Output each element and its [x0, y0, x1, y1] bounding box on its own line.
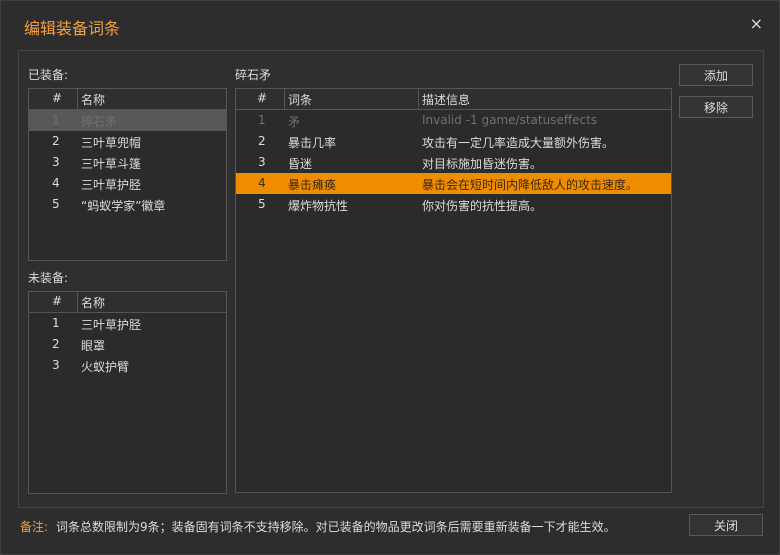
- unequipped-label: 未装备:: [28, 271, 69, 285]
- remove-button[interactable]: 移除: [679, 96, 753, 118]
- table-row[interactable]: 5 “蚂蚁学家”徽章: [29, 194, 226, 215]
- column-number[interactable]: #: [52, 294, 62, 308]
- table-row[interactable]: 3 三叶草斗篷: [29, 152, 226, 173]
- column-name[interactable]: 名称: [81, 294, 105, 311]
- unequipped-table[interactable]: # 名称 1 三叶草护胫 2 眼罩 3 火蚁护臂: [28, 291, 227, 494]
- table-row[interactable]: 3 火蚁护臂: [29, 355, 226, 376]
- add-button[interactable]: 添加: [679, 64, 753, 86]
- close-icon[interactable]: ×: [750, 15, 763, 33]
- affix-table-header: # 词条 描述信息: [236, 89, 671, 110]
- column-affix[interactable]: 词条: [288, 91, 312, 108]
- edit-affix-dialog: 编辑装备词条 × 已装备: # 名称 1 碎石矛 2 三叶草兜帽 3 三叶草斗篷…: [0, 0, 780, 555]
- unequipped-table-header: # 名称: [29, 292, 226, 313]
- table-row[interactable]: 3 昏迷 对目标施加昏迷伤害。: [236, 152, 671, 173]
- table-row[interactable]: 2 眼罩: [29, 334, 226, 355]
- selected-item-label: 碎石矛: [235, 68, 272, 82]
- close-button[interactable]: 关闭: [689, 514, 763, 536]
- table-row[interactable]: 1 三叶草护胫: [29, 313, 226, 334]
- dialog-title: 编辑装备词条: [24, 19, 121, 38]
- column-number[interactable]: #: [257, 91, 267, 105]
- table-row[interactable]: 4 三叶草护胫: [29, 173, 226, 194]
- column-description[interactable]: 描述信息: [422, 91, 470, 108]
- table-row[interactable]: 1 碎石矛: [29, 110, 226, 131]
- note-label: 备注:: [20, 520, 49, 534]
- affix-table[interactable]: # 词条 描述信息 1 矛 Invalid -1 game/statuseffe…: [235, 88, 672, 493]
- column-number[interactable]: #: [52, 91, 62, 105]
- equipped-table[interactable]: # 名称 1 碎石矛 2 三叶草兜帽 3 三叶草斗篷 4 三叶草护胫 5 “蚂蚁…: [28, 88, 227, 261]
- note-text: 词条总数限制为9条；装备固有词条不支持移除。对已装备的物品更改词条后需要重新装备…: [56, 520, 616, 534]
- equipped-label: 已装备:: [28, 68, 69, 82]
- column-name[interactable]: 名称: [81, 91, 105, 108]
- table-row[interactable]: 5 爆炸物抗性 你对伤害的抗性提高。: [236, 194, 671, 215]
- table-row[interactable]: 2 三叶草兜帽: [29, 131, 226, 152]
- table-row-selected[interactable]: 4 暴击瘫痪 暴击会在短时间内降低敌人的攻击速度。: [236, 173, 671, 194]
- table-row[interactable]: 1 矛 Invalid -1 game/statuseffects: [236, 110, 671, 131]
- table-row[interactable]: 2 暴击几率 攻击有一定几率造成大量额外伤害。: [236, 131, 671, 152]
- equipped-table-header: # 名称: [29, 89, 226, 110]
